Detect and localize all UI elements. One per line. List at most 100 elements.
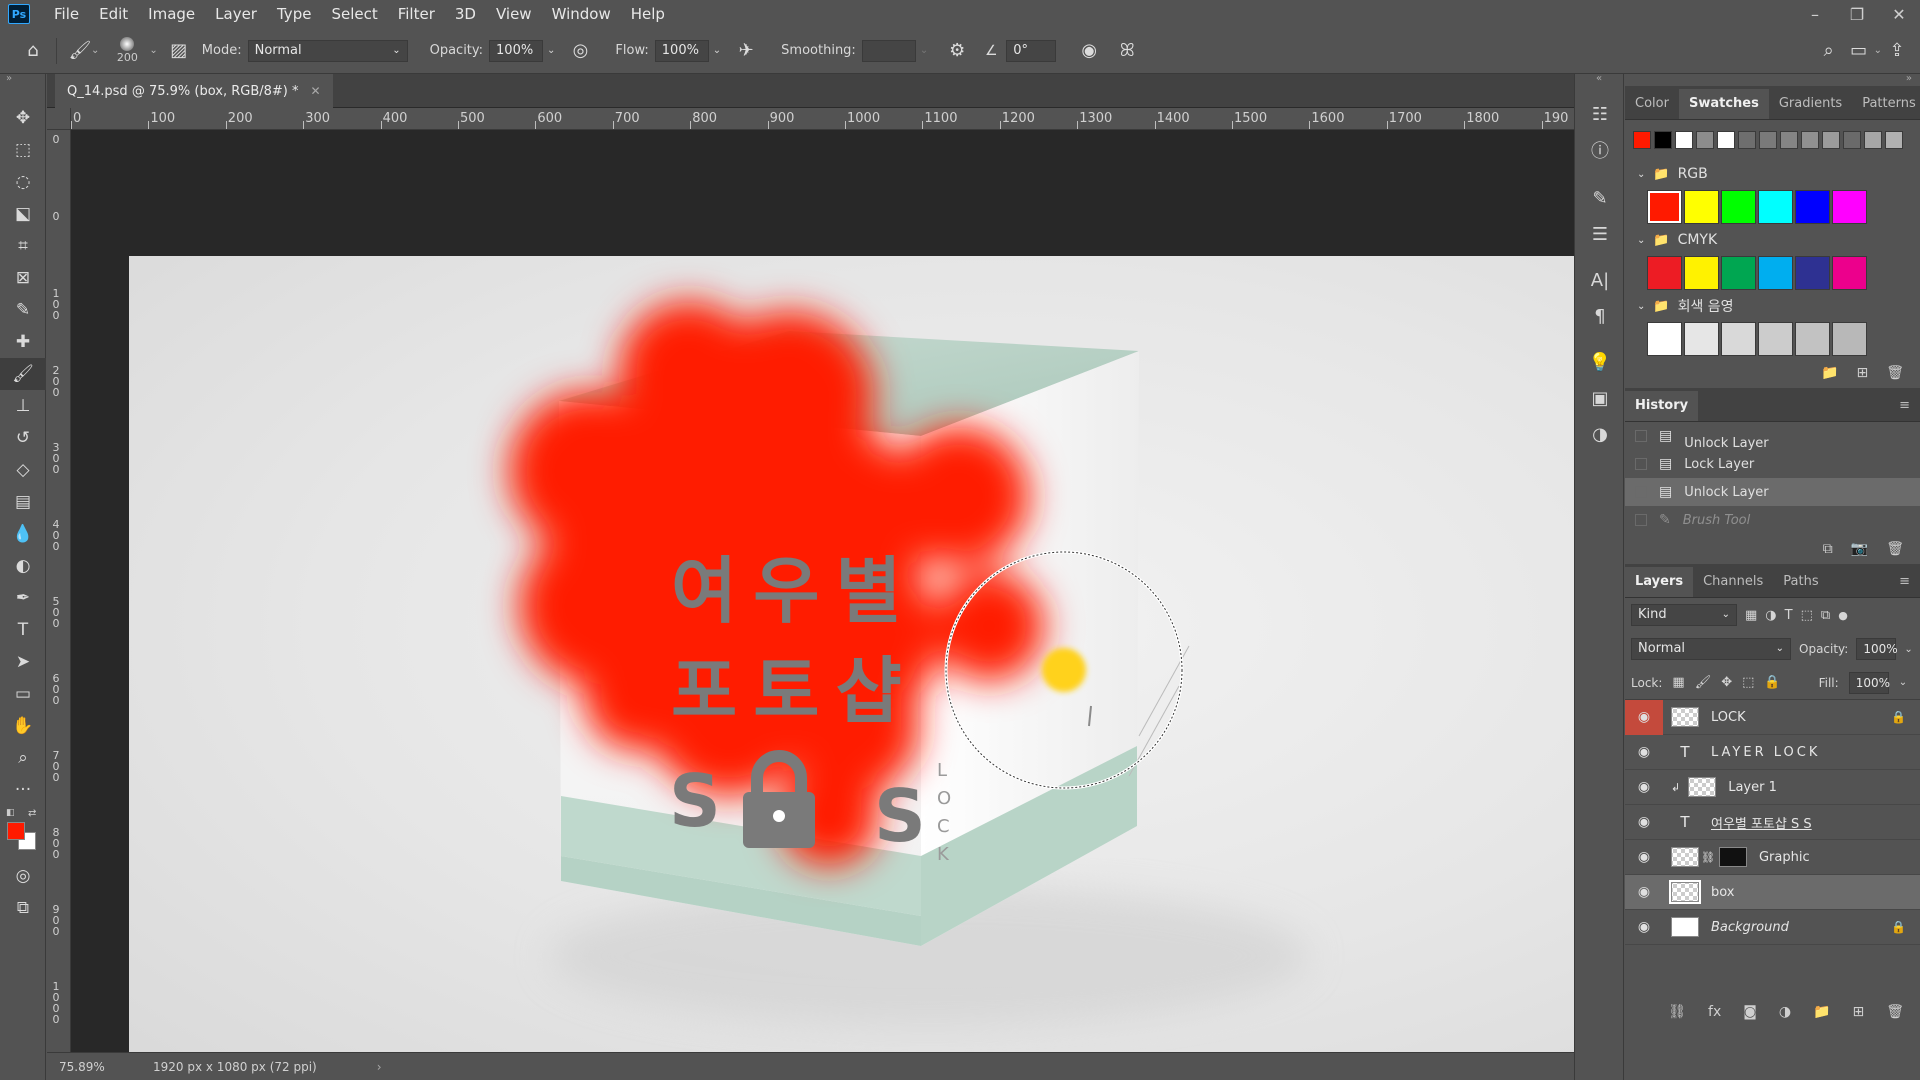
recent-swatch[interactable] (1696, 131, 1714, 149)
swap-colors-icon[interactable]: ⇄ (28, 808, 36, 819)
chevron-down-icon[interactable]: ⌄ (1904, 644, 1912, 655)
layer-row[interactable]: ◉ LOCK 🔒 (1625, 699, 1920, 735)
recent-swatch[interactable] (1843, 131, 1861, 149)
horizontal-ruler[interactable]: 0 100 200 300 400 500 600 700 800 900 1000 1100 1200… (71, 108, 1574, 130)
filter-shape-icon[interactable]: ⬚ (1801, 608, 1813, 623)
lock-pixels-icon[interactable]: 🖌 (1695, 675, 1712, 690)
menu-file[interactable]: File (44, 0, 89, 28)
chevron-down-icon[interactable]: ⌄ (713, 45, 721, 56)
zoom-level[interactable]: 75.89% (59, 1060, 145, 1074)
new-document-from-state-icon[interactable]: ⧉ (1823, 541, 1833, 557)
visibility-eye-icon[interactable]: ◉ (1625, 735, 1663, 770)
menu-layer[interactable]: Layer (205, 0, 267, 28)
history-snapshot-checkbox[interactable] (1635, 514, 1647, 526)
lock-artboard-icon[interactable]: ⬚ (1742, 675, 1754, 690)
airbrush-icon[interactable]: ✈ (731, 36, 761, 66)
history-state[interactable]: ▤ Unlock Layer (1625, 422, 1920, 450)
recent-swatch[interactable] (1738, 131, 1756, 149)
marquee-tool-icon[interactable]: ⬚ (0, 134, 46, 166)
delete-layer-icon[interactable]: 🗑 (1886, 1004, 1904, 1020)
canvas-pasteboard[interactable]: 여우별 포토샵 S S L O C K (71, 130, 1574, 1052)
opacity-input[interactable]: 100% (489, 39, 544, 62)
pen-tool-icon[interactable]: ✒ (0, 582, 46, 614)
styles-icon[interactable]: ◑ (1575, 416, 1625, 452)
visibility-eye-icon[interactable]: ◉ (1625, 875, 1663, 910)
swatch[interactable] (1684, 190, 1719, 224)
swatch[interactable] (1832, 256, 1867, 290)
history-state[interactable]: ▤ Unlock Layer (1625, 478, 1920, 506)
clone-stamp-tool-icon[interactable]: ⊥ (0, 390, 46, 422)
swatch[interactable] (1795, 322, 1830, 356)
character-icon[interactable]: A| (1575, 262, 1625, 298)
tab-color[interactable]: Color (1625, 89, 1679, 119)
lock-position-icon[interactable]: ✥ (1721, 675, 1732, 690)
rectangle-tool-icon[interactable]: ▭ (0, 678, 46, 710)
chevron-down-icon[interactable]: ⌄ (1874, 45, 1882, 56)
quick-mask-icon[interactable]: ◎ (0, 860, 46, 892)
properties-icon[interactable]: ▣ (1575, 380, 1625, 416)
collapse-panels-icon[interactable]: « (1575, 74, 1623, 86)
panel-menu-icon[interactable]: ≡ (1889, 567, 1920, 597)
chevron-down-icon[interactable]: ⌄ (149, 45, 157, 56)
vertical-ruler[interactable]: 0010020030040050060070080090010001 (47, 130, 71, 1052)
blend-mode-select[interactable]: Normal ⌄ (1631, 638, 1791, 660)
tab-gradients[interactable]: Gradients (1769, 89, 1852, 119)
home-icon[interactable]: ⌂ (18, 36, 48, 66)
pressure-size-icon[interactable]: ◉ (1074, 36, 1104, 66)
zoom-tool-icon[interactable]: ⌕ (0, 742, 46, 774)
new-group-icon[interactable]: 📁 (1813, 1004, 1830, 1020)
healing-brush-tool-icon[interactable]: ✚ (0, 326, 46, 358)
canvas[interactable]: 여우별 포토샵 S S L O C K (129, 256, 1574, 1052)
document-tab[interactable]: Q_14.psd @ 75.9% (box, RGB/8#) * ✕ (55, 74, 333, 108)
share-icon[interactable]: ⇪ (1882, 36, 1912, 66)
lock-transparent-icon[interactable]: ▦ (1672, 675, 1684, 690)
tab-paths[interactable]: Paths (1773, 567, 1828, 597)
adjustments-icon[interactable]: ☰ (1575, 216, 1625, 252)
filter-type-icon[interactable]: T (1785, 608, 1793, 623)
tab-layers[interactable]: Layers (1625, 567, 1694, 597)
recent-swatch[interactable] (1864, 131, 1882, 149)
recent-swatch[interactable] (1801, 131, 1819, 149)
blur-tool-icon[interactable]: 💧 (0, 518, 46, 550)
visibility-eye-icon[interactable]: ◉ (1625, 805, 1663, 840)
brush-tool-icon[interactable]: 🖌 (0, 358, 46, 390)
crop-tool-icon[interactable]: ⌗ (0, 230, 46, 262)
chevron-down-icon[interactable]: ⌄ (547, 45, 555, 56)
visibility-eye-icon[interactable]: ◉ (1625, 699, 1663, 735)
foreground-color-swatch[interactable] (7, 822, 25, 840)
menu-image[interactable]: Image (138, 0, 205, 28)
layer-row[interactable]: ◉ ⛓ Graphic (1625, 840, 1920, 875)
swatch[interactable] (1795, 190, 1830, 224)
recent-swatch[interactable] (1717, 131, 1735, 149)
filter-adjustment-icon[interactable]: ◑ (1765, 608, 1776, 623)
restore-button[interactable]: ❐ (1836, 0, 1878, 28)
swatch[interactable] (1758, 190, 1793, 224)
panel-menu-icon[interactable]: ≡ (1889, 391, 1920, 421)
search-icon[interactable]: ⌕ (1814, 36, 1844, 66)
move-tool-icon[interactable]: ✥ (0, 102, 46, 134)
menu-3d[interactable]: 3D (445, 0, 486, 28)
flow-input[interactable]: 100% (654, 39, 709, 62)
dodge-tool-icon[interactable]: ◐ (0, 550, 46, 582)
kind-filter-select[interactable]: Kind ⌄ (1631, 604, 1737, 626)
swatch[interactable] (1647, 256, 1682, 290)
menu-edit[interactable]: Edit (89, 0, 138, 28)
layer-style-icon[interactable]: fx (1708, 1004, 1721, 1020)
lasso-tool-icon[interactable]: ◌ (0, 166, 46, 198)
layer-row[interactable]: ◉ ↲ Layer 1 (1625, 770, 1920, 805)
history-state[interactable]: ✎ Brush Tool (1625, 506, 1920, 534)
learn-icon[interactable]: 💡 (1575, 344, 1625, 380)
workspace-icon[interactable]: ▭ (1844, 36, 1874, 66)
swatch[interactable] (1721, 190, 1756, 224)
menu-select[interactable]: Select (321, 0, 387, 28)
smoothing-input[interactable] (861, 39, 916, 62)
swatch[interactable] (1795, 256, 1830, 290)
layer-opacity-input[interactable]: 100% (1856, 638, 1898, 660)
menu-help[interactable]: Help (621, 0, 675, 28)
brush-settings-panel-icon[interactable]: ✎ (1575, 180, 1625, 216)
object-selection-tool-icon[interactable]: ⬕ (0, 198, 46, 230)
menu-view[interactable]: View (486, 0, 542, 28)
frame-tool-icon[interactable]: ⊠ (0, 262, 46, 294)
layer-row[interactable]: ◉ T LAYER LOCK (1625, 735, 1920, 770)
visibility-eye-icon[interactable]: ◉ (1625, 910, 1663, 945)
